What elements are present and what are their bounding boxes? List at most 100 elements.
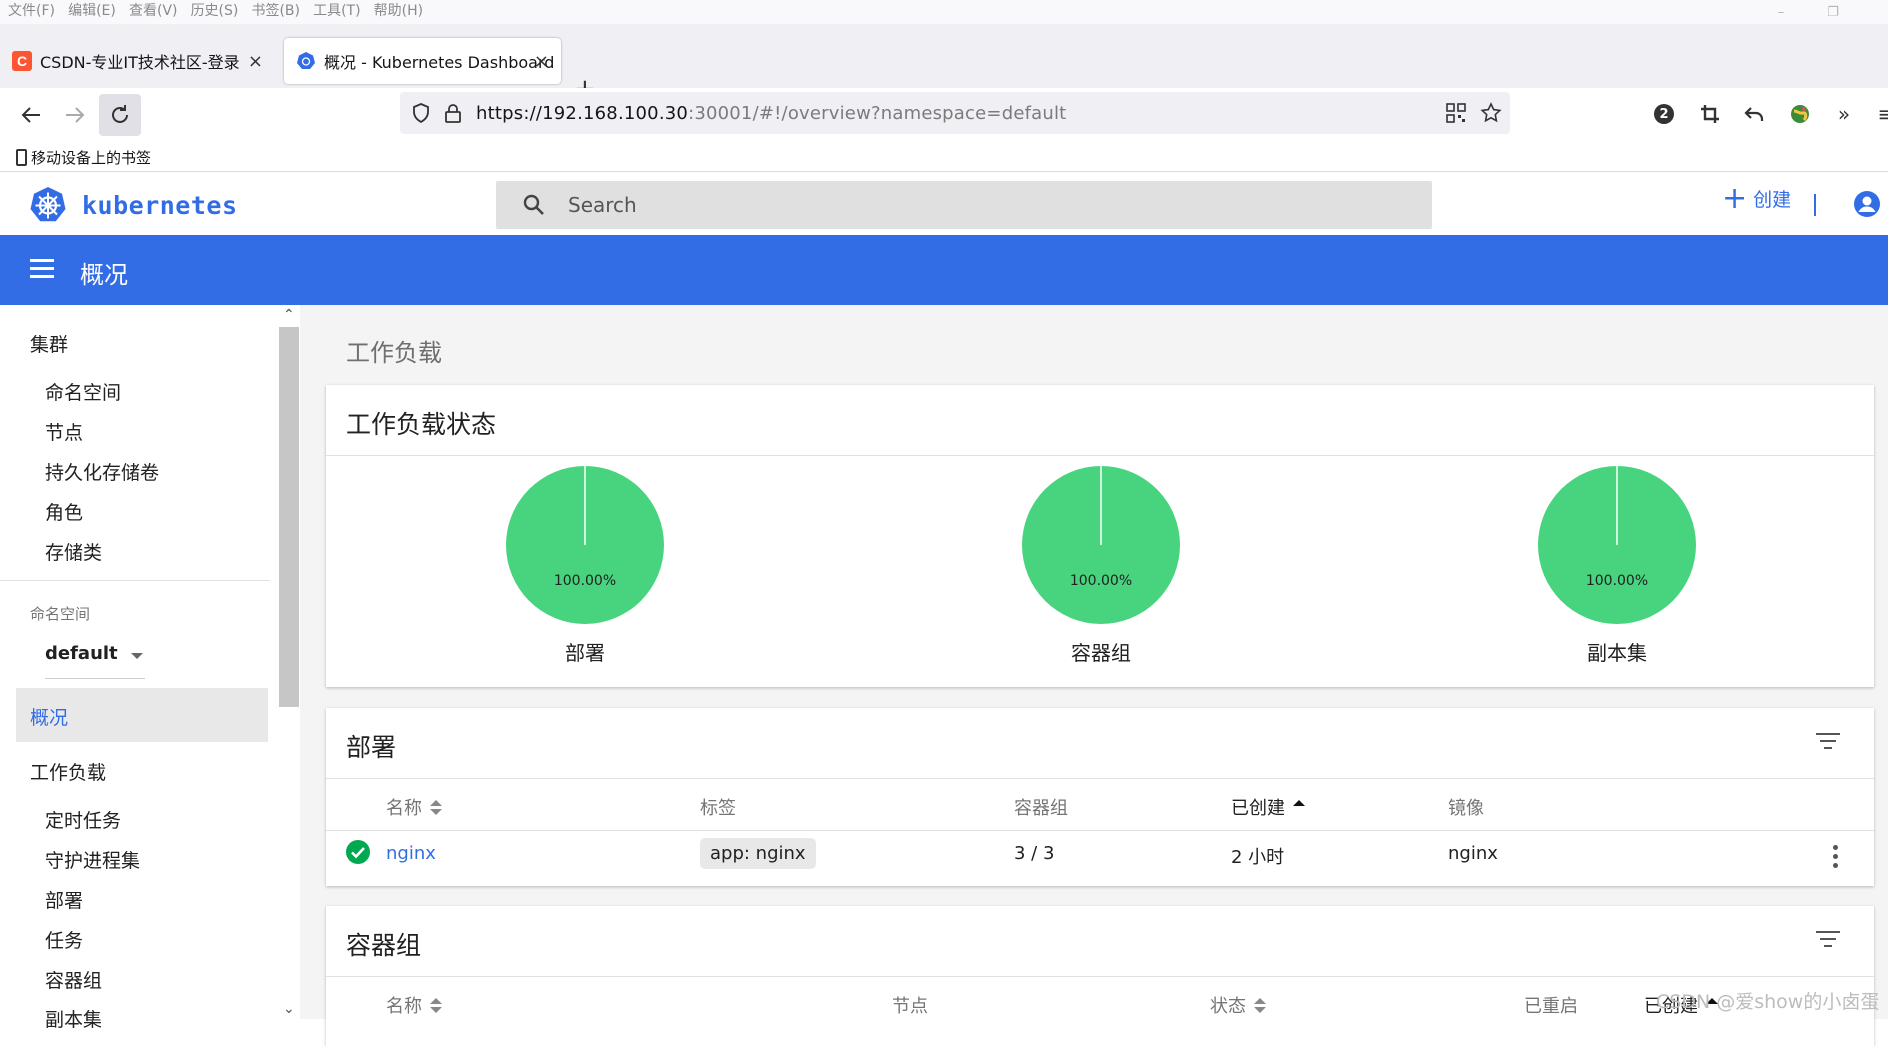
sidebar-item-pods[interactable]: 容器组: [45, 966, 102, 993]
sidebar-heading-workloads[interactable]: 工作负载: [30, 758, 106, 785]
deployments-pie-chart[interactable]: [505, 465, 665, 625]
sidebar-item-persistent-volumes[interactable]: 持久化存储卷: [45, 458, 159, 485]
app-menu-icon[interactable]: ≡: [1872, 100, 1888, 128]
sort-icon: [430, 997, 442, 1013]
crop-shape: [1701, 105, 1719, 123]
star-bookmark-icon[interactable]: [1480, 102, 1502, 124]
created-age: 2 小时: [1231, 847, 1285, 868]
sidebar-item-storage-classes[interactable]: 存储类: [45, 538, 102, 565]
search-bar[interactable]: Search: [496, 181, 1432, 229]
tab-csdn[interactable]: C CSDN-专业IT技术社区-登录 ×: [0, 38, 275, 84]
pods-count: 3 / 3: [1014, 843, 1055, 864]
menu-tools[interactable]: 工具(T): [313, 0, 360, 22]
sort-icon: [1254, 997, 1266, 1013]
minimize-icon[interactable]: –: [1774, 6, 1788, 20]
namespace-select[interactable]: default: [45, 635, 145, 679]
column-header-name[interactable]: 名称: [386, 992, 442, 1018]
pie-percent-label: 100.00%: [1069, 573, 1133, 589]
column-header-status[interactable]: 状态: [1210, 992, 1266, 1018]
column-header-name[interactable]: 名称: [386, 794, 442, 820]
more-tools-icon[interactable]: »: [1830, 100, 1858, 128]
menu-file[interactable]: 文件(F): [8, 0, 55, 22]
shield-icon[interactable]: [410, 102, 432, 124]
account-circle-icon[interactable]: [1853, 190, 1881, 218]
replicasets-pie-chart[interactable]: [1537, 465, 1697, 625]
crop-icon[interactable]: [1696, 100, 1724, 128]
sidebar-item-namespaces[interactable]: 命名空间: [45, 378, 121, 405]
deployment-name-link[interactable]: nginx: [386, 843, 436, 864]
bookmark-label: 移动设备上的书签: [31, 149, 152, 167]
column-header-pods: 容器组: [1014, 794, 1068, 820]
section-title: 工作负载: [346, 339, 442, 367]
csdn-favicon-icon: C: [12, 51, 32, 71]
card-divider: [326, 976, 1874, 977]
scroll-down-arrow-icon[interactable]: ⌄: [283, 1001, 295, 1017]
pie-percent-label: 100.00%: [1585, 573, 1649, 589]
column-label: 标签: [700, 798, 736, 819]
pods-card: 容器组 名称 节点 状态 已重启 已创建: [326, 906, 1874, 1046]
scroll-up-arrow-icon[interactable]: ⌃: [283, 307, 295, 323]
page-title-bar: 概况: [0, 235, 1888, 305]
scrollbar-thumb[interactable]: [279, 327, 299, 707]
arrow-left-icon: [21, 107, 40, 123]
create-button[interactable]: + 创建: [1722, 183, 1791, 213]
qr-code-icon[interactable]: [1446, 103, 1466, 123]
sidebar-divider: [0, 580, 270, 581]
tab-kubernetes-dashboard[interactable]: 概况 - Kubernetes Dashboard ×: [284, 38, 561, 84]
arrow-right-icon: [66, 107, 85, 123]
watermark-text: CSDN @爱show的小卤蛋: [1656, 991, 1880, 1013]
table-header-divider: [326, 830, 1874, 831]
bookmarks-bar: 移动设备上的书签: [0, 142, 1888, 172]
menu-help[interactable]: 帮助(H): [374, 0, 423, 22]
sidebar-heading-cluster[interactable]: 集群: [30, 330, 68, 357]
pods-pie-chart[interactable]: [1021, 465, 1181, 625]
globe-extension-icon[interactable]: [1786, 100, 1814, 128]
column-label: 节点: [892, 996, 928, 1017]
restore-icon[interactable]: ❐: [1826, 6, 1840, 20]
sidebar-item-nodes[interactable]: 节点: [45, 418, 83, 445]
close-tab-icon[interactable]: ×: [248, 51, 263, 72]
close-tab-icon[interactable]: ×: [534, 51, 549, 72]
hamburger-menu-icon[interactable]: [30, 259, 54, 278]
extension-badge: 2: [1654, 104, 1674, 124]
menu-edit[interactable]: 编辑(E): [68, 0, 116, 22]
sidebar-item-cronjobs[interactable]: 定时任务: [45, 806, 121, 833]
column-label: 名称: [386, 996, 422, 1017]
forward-button[interactable]: [54, 94, 96, 136]
url-text[interactable]: https://192.168.100.30:30001/#!/overview…: [476, 103, 1066, 124]
kubernetes-logo[interactable]: kubernetes: [28, 185, 238, 225]
tab-title: 概况 - Kubernetes Dashboard: [324, 53, 555, 72]
column-label: 已重启: [1524, 996, 1578, 1017]
sidebar-item-deployments[interactable]: 部署: [45, 886, 83, 913]
column-label: 名称: [386, 798, 422, 819]
lock-warning-icon[interactable]: [442, 102, 464, 124]
menu-bookmarks[interactable]: 书签(B): [251, 0, 300, 22]
column-label: 容器组: [1014, 798, 1068, 819]
menu-view[interactable]: 查看(V): [129, 0, 178, 22]
column-label: 已创建: [1231, 798, 1285, 819]
reload-icon: [112, 105, 128, 123]
undo-icon[interactable]: [1740, 100, 1768, 128]
sidebar-item-roles[interactable]: 角色: [45, 498, 83, 525]
address-bar[interactable]: https://192.168.100.30:30001/#!/overview…: [400, 92, 1510, 134]
sidebar-item-jobs[interactable]: 任务: [45, 926, 83, 953]
extension-badge-icon[interactable]: 2: [1650, 100, 1678, 128]
sidebar-item-daemonsets[interactable]: 守护进程集: [45, 846, 140, 873]
k8s-favicon-icon: [297, 52, 315, 69]
column-header-restarts: 已重启: [1524, 992, 1578, 1018]
column-header-created[interactable]: 已创建: [1231, 794, 1305, 820]
mobile-bookmarks-folder[interactable]: 移动设备上的书签: [16, 147, 151, 168]
dashboard-header: kubernetes Search + 创建: [0, 173, 1888, 235]
reload-button[interactable]: [99, 94, 141, 136]
back-button[interactable]: [10, 94, 52, 136]
sidebar-item-overview[interactable]: 概况: [16, 688, 268, 742]
page-title: 概况: [80, 261, 128, 289]
search-input[interactable]: Search: [568, 193, 637, 217]
dropdown-caret-icon: [131, 653, 143, 659]
filter-icon[interactable]: [1816, 733, 1840, 751]
namespace-label: 命名空间: [30, 605, 91, 623]
more-vert-icon[interactable]: [1833, 845, 1839, 872]
globe-shape: [1791, 105, 1809, 123]
filter-icon[interactable]: [1816, 931, 1840, 949]
menu-history[interactable]: 历史(S): [191, 0, 239, 22]
